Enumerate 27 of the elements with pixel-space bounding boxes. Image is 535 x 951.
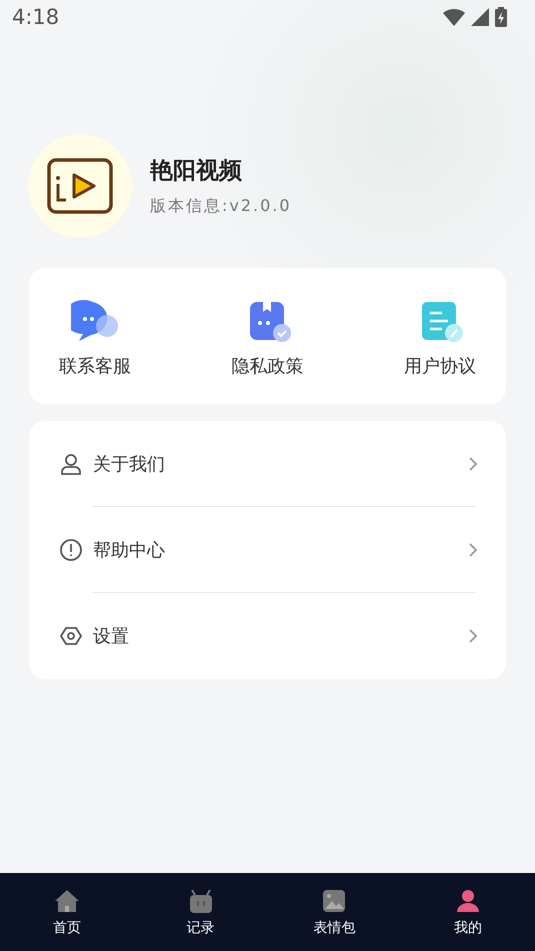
settings-icon [59, 624, 83, 648]
status-time: 4:18 [12, 5, 60, 29]
user-icon [455, 888, 482, 914]
nav-tab[interactable]: 记录 [156, 888, 246, 936]
chevron-right-icon [468, 542, 478, 558]
battery-icon [495, 7, 507, 27]
home-icon [54, 888, 80, 914]
nav-tab[interactable]: 首页 [22, 888, 112, 936]
nav-tab[interactable]: 我的 [423, 888, 514, 936]
shortcut-item[interactable]: 隐私政策 [232, 300, 304, 378]
nav-tab[interactable]: 表情包 [289, 888, 380, 936]
shortcut-item[interactable]: 用户协议 [404, 300, 476, 378]
menu-item[interactable]: 关于我们 [29, 421, 506, 507]
chevron-right-icon [468, 456, 478, 472]
menu-item[interactable]: 设置 [29, 593, 506, 679]
user-icon [59, 452, 83, 476]
wifi-icon [443, 8, 465, 26]
version-info: 版本信息:v2.0.0 [150, 196, 292, 217]
chevron-right-icon [468, 628, 478, 644]
menu-item[interactable]: 帮助中心 [29, 507, 506, 593]
chat-bubble-icon [71, 300, 119, 344]
exclamation-circle-icon [59, 538, 83, 562]
shortcut-item[interactable]: 联系客服 [59, 300, 131, 378]
signal-icon [471, 8, 489, 26]
image-icon [321, 888, 348, 914]
app-name: 艳阳视频 [150, 157, 243, 186]
robot-icon [188, 888, 214, 914]
